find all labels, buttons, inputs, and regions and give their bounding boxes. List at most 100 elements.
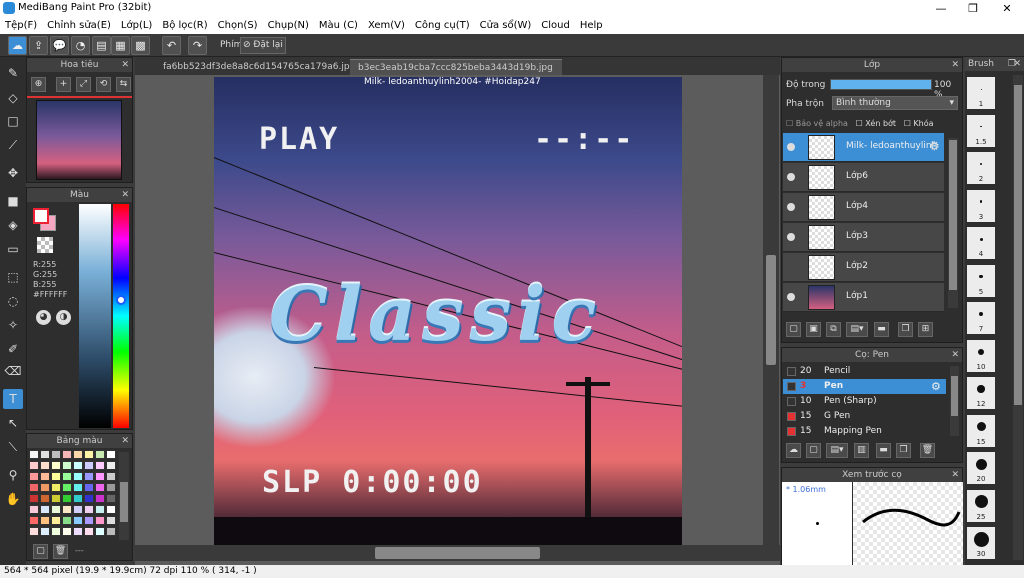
menu-select[interactable]: Chọn(S): [213, 17, 263, 33]
magic-wand-icon[interactable]: ✧: [3, 315, 23, 335]
layer-row[interactable]: Lớp4: [783, 193, 944, 222]
brush-size-option[interactable]: 10: [967, 339, 995, 372]
flip-icon[interactable]: ⇆: [116, 77, 131, 92]
color-swatch[interactable]: [62, 494, 72, 503]
layer-row[interactable]: Lớp1: [783, 283, 944, 312]
close-icon[interactable]: ✕: [1013, 57, 1021, 71]
close-icon[interactable]: ✕: [951, 58, 959, 72]
close-icon[interactable]: ✕: [951, 468, 959, 482]
saturation-field[interactable]: [79, 204, 111, 428]
canvas-area[interactable]: Milk- ledoanthuylinh2004- #Hoidap247 PLA…: [135, 75, 780, 565]
menu-edit[interactable]: Chỉnh sửa(E): [42, 17, 116, 33]
artwork-canvas[interactable]: Milk- ledoanthuylinh2004- #Hoidap247 PLA…: [214, 77, 682, 545]
brush-size-option[interactable]: 15: [967, 414, 995, 447]
layer-menu-icon[interactable]: ▤▾: [846, 322, 868, 337]
minimize-button[interactable]: —: [924, 0, 958, 17]
transparent-swatch[interactable]: [37, 237, 53, 253]
color-swatch[interactable]: [106, 505, 116, 514]
menu-window[interactable]: Cửa sổ(W): [475, 17, 537, 33]
brush-size-option[interactable]: 4: [967, 227, 995, 259]
color-swatch[interactable]: [62, 527, 72, 536]
rectangle-tool-icon[interactable]: □: [3, 111, 23, 131]
menu-help[interactable]: Help: [575, 17, 608, 33]
add-brush-icon[interactable]: ▢: [806, 443, 821, 458]
layer-row[interactable]: Lớp2: [783, 253, 944, 282]
comment-icon[interactable]: 💬: [50, 36, 69, 55]
delete-palette-icon[interactable]: 🗑: [53, 544, 68, 559]
brush-cloud-icon[interactable]: ☁: [786, 443, 801, 458]
folder-icon[interactable]: ▬: [874, 322, 889, 337]
brush-folder-icon[interactable]: ▬: [876, 443, 891, 458]
color-swatch[interactable]: [62, 472, 72, 481]
gear-icon[interactable]: ⚙: [931, 379, 941, 394]
brush-size-scrollbar[interactable]: [1013, 75, 1023, 560]
brush-size-option[interactable]: 25: [967, 489, 995, 522]
color-swatch[interactable]: [84, 527, 94, 536]
color-swatch[interactable]: [84, 472, 94, 481]
palette-icon[interactable]: ◕: [36, 310, 51, 325]
color-swatch[interactable]: [106, 450, 116, 459]
color-swatch[interactable]: [40, 472, 50, 481]
hand-tool-icon[interactable]: ✋: [3, 489, 23, 509]
menu-snap[interactable]: Chụp(N): [263, 17, 314, 33]
bucket-tool-icon[interactable]: ◈: [3, 215, 23, 235]
tab-doc-2[interactable]: b3ec3eab19cba7ccc825beba3443d19b.jpg: [350, 59, 562, 75]
hue-slider[interactable]: [113, 204, 129, 428]
menu-tools[interactable]: Công cụ(T): [410, 17, 475, 33]
eraser-tool-icon[interactable]: ◇: [3, 88, 23, 108]
select-tool-icon[interactable]: ⬚: [3, 267, 23, 287]
cloud-icon[interactable]: ☁: [8, 36, 27, 55]
select-pen-icon[interactable]: ✐: [3, 339, 23, 359]
zoom-icon[interactable]: ⊕: [31, 77, 46, 92]
eye-icon[interactable]: [787, 203, 795, 211]
color-swatch[interactable]: [95, 461, 105, 470]
color-swatch[interactable]: [29, 472, 39, 481]
color-swatch[interactable]: [62, 450, 72, 459]
color-swatch[interactable]: [73, 494, 83, 503]
close-icon[interactable]: ✕: [121, 434, 129, 448]
brush-settings-icon[interactable]: ▥: [854, 443, 869, 458]
color-swatch[interactable]: [29, 494, 39, 503]
color-swatch[interactable]: [84, 483, 94, 492]
color-swatch[interactable]: [84, 450, 94, 459]
brush-row[interactable]: 20 Pencil: [783, 364, 946, 379]
eye-icon[interactable]: [787, 233, 795, 241]
layer-row[interactable]: Milk- ledoanthuylinh ⚙: [783, 133, 944, 162]
menu-view[interactable]: Xem(V): [363, 17, 410, 33]
layer-row[interactable]: Lớp3: [783, 223, 944, 252]
copy-layer-icon[interactable]: ⧉: [826, 322, 841, 337]
layer-row[interactable]: Lớp6: [783, 163, 944, 192]
menu-color[interactable]: Màu (C): [314, 17, 363, 33]
blend-select[interactable]: Bình thường ▾: [832, 96, 958, 110]
color-swatch[interactable]: [106, 527, 116, 536]
zoom-in-icon[interactable]: +: [56, 77, 71, 92]
brush-size-option[interactable]: 1.5: [967, 114, 995, 147]
color-swatch[interactable]: [84, 494, 94, 503]
color-swatch[interactable]: [106, 461, 116, 470]
eyedropper-tool-icon[interactable]: ⚲: [3, 465, 23, 485]
color-swatch[interactable]: [29, 461, 39, 470]
document-icon[interactable]: ▤: [92, 36, 111, 55]
brush-size-option[interactable]: 20: [967, 452, 995, 484]
brush-row[interactable]: 15 Mapping Pen: [783, 424, 946, 439]
color-swatch[interactable]: [106, 472, 116, 481]
brush-row[interactable]: 3 Pen ⚙: [783, 379, 946, 394]
color-swatch[interactable]: [73, 527, 83, 536]
color-swatch[interactable]: [106, 483, 116, 492]
color-swatch[interactable]: [62, 516, 72, 525]
color-swatch[interactable]: [40, 494, 50, 503]
gradient-tool-icon[interactable]: ▭: [3, 239, 23, 259]
gear-icon[interactable]: ⚙: [929, 139, 940, 153]
color-swatch[interactable]: [73, 483, 83, 492]
panels-icon[interactable]: ▦: [111, 36, 130, 55]
menu-filter[interactable]: Bộ lọc(R): [157, 17, 212, 33]
brush-row[interactable]: 10 Pen (Sharp): [783, 394, 946, 409]
color-swatch[interactable]: [62, 505, 72, 514]
undo-button[interactable]: ↶: [162, 36, 181, 55]
new-layer-alt-icon[interactable]: ▣: [806, 322, 821, 337]
grid-icon[interactable]: ▩: [131, 36, 150, 55]
color-swatch[interactable]: [40, 483, 50, 492]
color-swatch[interactable]: [29, 516, 39, 525]
brush-delete-icon[interactable]: 🗑: [920, 443, 935, 458]
lock-checkbox[interactable]: ☐: [904, 119, 914, 128]
